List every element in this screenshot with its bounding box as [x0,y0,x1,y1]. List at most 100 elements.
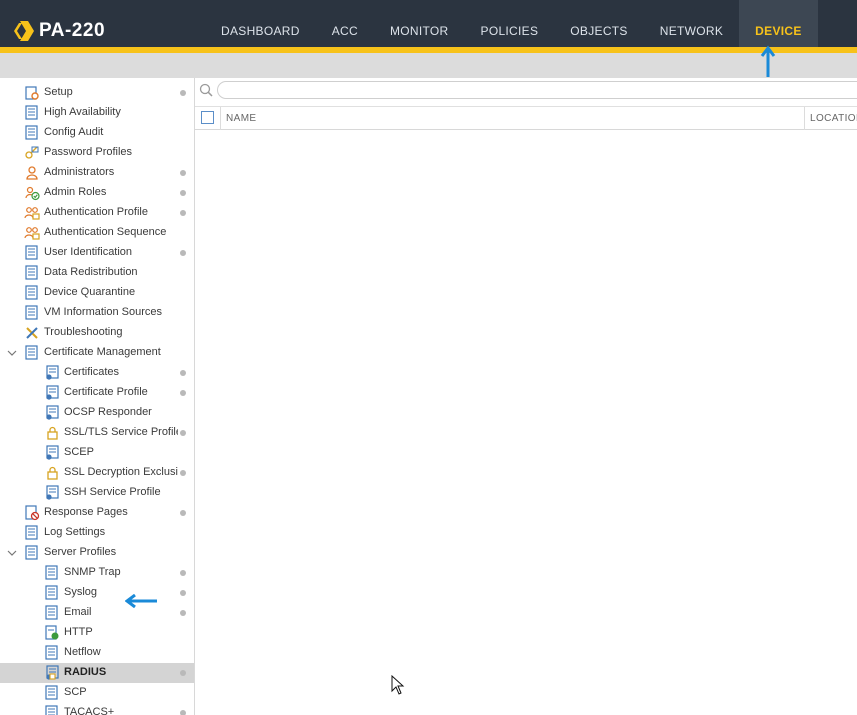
product-logo: PA-220 [13,20,105,42]
sidebar-item-label: SCP [64,686,87,698]
quarantine-icon [24,285,40,301]
status-dot-icon [180,250,186,256]
paloalto-logo-icon [14,21,34,41]
column-header-name[interactable]: NAME [226,113,257,124]
scp-icon [44,685,60,701]
status-dot-icon [180,430,186,436]
sidebar-item-label: SSH Service Profile [64,486,161,498]
sidebar-item-authentication-sequence[interactable]: Authentication Sequence [0,223,194,243]
sidebar-item-label: HTTP [64,626,93,638]
annotation-arrow-up-icon [760,45,776,77]
sidebar-item-label: Response Pages [44,506,128,518]
nav-tab-acc[interactable]: ACC [316,0,374,47]
sidebar-item-radius[interactable]: RADIUS [0,663,194,683]
sidebar-item-certificates[interactable]: Certificates [0,363,194,383]
sidebar-item-authentication-profile[interactable]: Authentication Profile [0,203,194,223]
sidebar-item-troubleshooting[interactable]: Troubleshooting [0,323,194,343]
product-name: PA-220 [39,20,106,41]
sidebar-item-label: User Identification [44,246,133,258]
log-settings-icon [24,525,40,541]
filter-input[interactable] [217,81,857,99]
sidebar-item-tacacs[interactable]: TACACS+ [0,703,194,715]
sidebar-item-user-identification[interactable]: User Identification [0,243,194,263]
sidebar-item-scp[interactable]: SCP [0,683,194,703]
sidebar-item-label: Certificates [64,366,120,378]
status-dot-icon [180,610,186,616]
nav-tab-device[interactable]: DEVICE [739,0,818,47]
vm-icon [24,305,40,321]
syslog-icon [44,585,60,601]
lock-icon [44,465,60,481]
certificate-profile-icon [44,385,60,401]
column-header-location[interactable]: LOCATION [810,113,857,124]
sidebar-item-log-settings[interactable]: Log Settings [0,523,194,543]
response-pages-icon [24,505,40,521]
sidebar-item-vm-information-sources[interactable]: VM Information Sources [0,303,194,323]
sidebar-item-label: SCEP [64,446,94,458]
device-sidebar-tree: Setup High Availability Config Audit Passwo… [0,78,195,715]
sidebar-item-config-audit[interactable]: Config Audit [0,123,194,143]
sidebar-item-label: Email [64,606,92,618]
sidebar-item-label: OCSP Responder [64,406,152,418]
sidebar-item-label: Certificate Management [44,346,161,358]
sidebar-item-snmp-trap[interactable]: SNMP Trap [0,563,194,583]
sidebar-item-certificate-management[interactable]: Certificate Management [0,343,194,363]
status-dot-icon [180,170,186,176]
sidebar-item-http[interactable]: HTTP [0,623,194,643]
sidebar-item-label: RADIUS [64,666,107,678]
sidebar-item-server-profiles[interactable]: Server Profiles [0,543,194,563]
sidebar-item-label: Device Quarantine [44,286,136,298]
sidebar-item-email[interactable]: Email [0,603,194,623]
sidebar-item-password-profiles[interactable]: Password Profiles [0,143,194,163]
sidebar-item-data-redistribution[interactable]: Data Redistribution [0,263,194,283]
ssh-icon [44,485,60,501]
status-dot-icon [180,390,186,396]
sidebar-item-syslog[interactable]: Syslog [0,583,194,603]
table-header: NAME LOCATION [195,106,857,130]
server-profiles-icon [24,545,40,561]
nav-tab-dashboard[interactable]: DASHBOARD [205,0,316,47]
admin-role-icon [24,185,40,201]
tacacs-icon [44,705,60,715]
status-dot-icon [180,470,186,476]
main-nav-tabs: DASHBOARD ACC MONITOR POLICIES OBJECTS NETWOR… [205,0,818,47]
sidebar-item-ssl-decryption-exclusion[interactable]: SSL Decryption Exclusion [0,463,194,483]
sidebar-item-ssh-service-profile[interactable]: SSH Service Profile [0,483,194,503]
main-content: NAME LOCATION [195,78,857,715]
sidebar-item-certificate-profile[interactable]: Certificate Profile [0,383,194,403]
select-all-checkbox[interactable] [201,111,214,124]
sidebar-item-admin-roles[interactable]: Admin Roles [0,183,194,203]
sidebar-item-label: Log Settings [44,526,106,538]
nav-tab-network[interactable]: NETWORK [644,0,739,47]
nav-tab-objects[interactable]: OBJECTS [554,0,643,47]
sidebar-item-netflow[interactable]: Netflow [0,643,194,663]
chevron-down-icon[interactable] [6,547,18,559]
auth-sequence-icon [24,225,40,241]
sidebar-item-label: Troubleshooting [44,326,123,338]
sidebar-item-response-pages[interactable]: Response Pages [0,503,194,523]
status-dot-icon [180,590,186,596]
sidebar-item-device-quarantine[interactable]: Device Quarantine [0,283,194,303]
sidebar-item-label: VM Information Sources [44,306,162,318]
filter-row [195,78,857,104]
sidebar-item-ssl-tls-service-profile[interactable]: SSL/TLS Service Profile [0,423,194,443]
nav-tab-monitor[interactable]: MONITOR [374,0,465,47]
ha-icon [24,105,40,121]
password-icon [24,145,40,161]
sidebar-item-scep[interactable]: SCEP [0,443,194,463]
sidebar-item-label: Certificate Profile [64,386,148,398]
sidebar-item-high-availability[interactable]: High Availability [0,103,194,123]
mouse-pointer-icon [391,675,405,695]
auth-profile-icon [24,205,40,221]
sidebar-item-administrators[interactable]: Administrators [0,163,194,183]
sidebar-item-label: TACACS+ [64,706,115,715]
radius-icon [44,665,60,681]
sidebar-item-setup[interactable]: Setup [0,83,194,103]
column-divider[interactable] [804,107,805,130]
sidebar-item-ocsp-responder[interactable]: OCSP Responder [0,403,194,423]
nav-tab-policies[interactable]: POLICIES [465,0,555,47]
user-id-icon [24,245,40,261]
sidebar-item-label: SNMP Trap [64,566,121,578]
chevron-down-icon[interactable] [6,347,18,359]
certificate-icon [44,365,60,381]
